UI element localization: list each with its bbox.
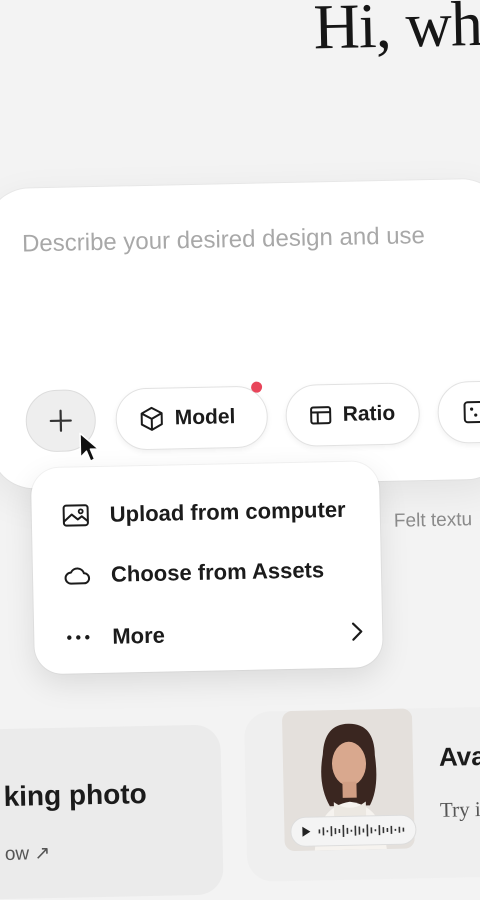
card-title: Avat <box>438 740 480 772</box>
suggestion-card-photo[interactable]: king photo ow ↗ <box>0 724 224 900</box>
ratio-icon <box>310 406 332 425</box>
menu-item-assets[interactable]: Choose from Assets <box>63 549 364 595</box>
menu-item-upload[interactable]: Upload from computer <box>61 489 362 535</box>
card-link[interactable]: ow ↗ <box>5 842 51 866</box>
attach-menu: Upload from computer Choose from Assets … <box>30 461 383 675</box>
greeting-heading: Hi, wh <box>312 0 480 63</box>
menu-item-label: More <box>112 622 166 649</box>
prompt-card: Describe your desired design and use Mod… <box>0 178 480 490</box>
menu-item-label: Choose from Assets <box>110 557 325 587</box>
audio-player[interactable] <box>290 814 417 848</box>
waveform-icon <box>318 824 405 837</box>
ellipsis-icon <box>67 635 90 640</box>
suggestion-label[interactable]: Felt textu <box>394 509 473 533</box>
plus-icon <box>49 409 72 432</box>
model-button[interactable]: Model <box>115 381 269 451</box>
extra-option-button[interactable] <box>437 379 480 444</box>
card-subtitle: Try it <box>439 796 480 822</box>
ratio-label: Ratio <box>342 401 396 426</box>
page: Hi, wh Describe your desired design and … <box>0 0 480 900</box>
model-label: Model <box>174 405 236 430</box>
square-icon <box>463 400 480 424</box>
notification-dot <box>250 381 263 393</box>
image-icon <box>62 504 89 527</box>
cube-icon <box>140 406 163 431</box>
prompt-input[interactable]: Describe your desired design and use <box>22 222 425 258</box>
chevron-right-icon <box>351 622 363 641</box>
menu-item-label: Upload from computer <box>109 496 346 527</box>
cloud-icon <box>64 567 91 585</box>
menu-item-more[interactable]: More <box>64 611 365 657</box>
suggestion-card-avatar[interactable]: Avat Try it <box>243 705 480 882</box>
mouse-cursor-icon <box>79 432 100 462</box>
ratio-button[interactable]: Ratio <box>285 382 421 448</box>
play-icon <box>302 826 311 837</box>
card-title: king photo <box>3 778 147 813</box>
